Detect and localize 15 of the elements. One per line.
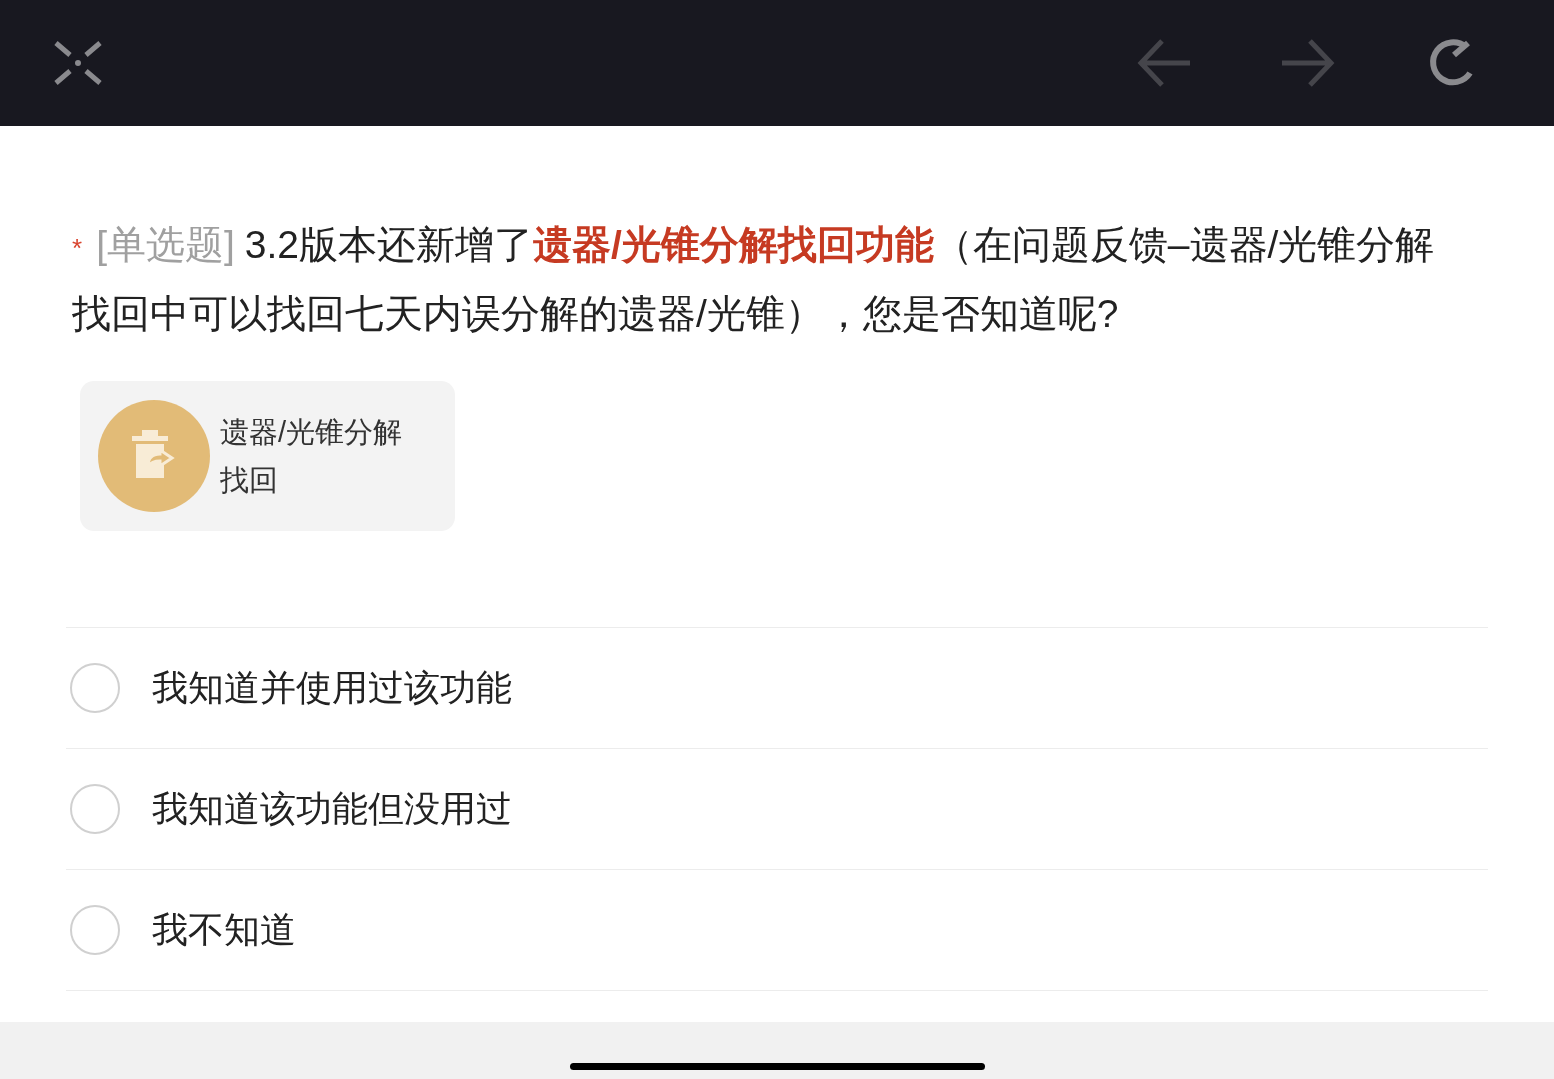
- radio-button[interactable]: [70, 783, 120, 834]
- option-label: 我知道该功能但没用过: [152, 786, 512, 831]
- question-text: * [单选题] 3.2版本还新增了遗器/光锥分解找回功能（在问题反馈–遗器/光锥分解找回中可以找回七天内误分解的遗器/光锥），您是否知道呢?: [71, 222, 1436, 337]
- forward-arrow-icon[interactable]: [1280, 38, 1336, 88]
- option-row[interactable]: 我知道并使用过该功能: [66, 627, 1488, 749]
- home-indicator[interactable]: [569, 1063, 985, 1070]
- image-caption: 遗器/光锥分解找回: [220, 414, 404, 498]
- option-label: 我不知道: [152, 907, 296, 952]
- option-label: 我知道并使用过该功能: [152, 665, 512, 710]
- option-row[interactable]: 我知道该功能但没用过: [66, 748, 1488, 870]
- back-arrow-icon[interactable]: [1136, 38, 1192, 88]
- option-row[interactable]: 我不知道: [66, 869, 1488, 991]
- close-icon[interactable]: [52, 39, 104, 87]
- radio-button[interactable]: [70, 904, 120, 955]
- radio-button[interactable]: [70, 662, 120, 713]
